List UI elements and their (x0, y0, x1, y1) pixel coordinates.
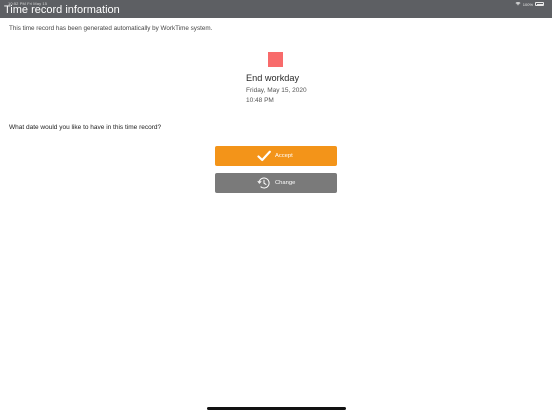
page-title: Time record information (4, 4, 120, 16)
record-date: Friday, May 15, 2020 (246, 87, 307, 94)
record-time: 10:48 PM (246, 97, 274, 104)
battery-percent: 100% (522, 1, 533, 7)
clock-refresh-icon (257, 176, 271, 190)
wifi-icon (515, 1, 521, 7)
battery-icon (535, 2, 544, 6)
change-label: Change (275, 180, 296, 186)
top-bar: 10:52 PM Fri May 15 100% Time record inf… (0, 0, 552, 18)
checkmark-icon (257, 149, 271, 163)
accept-label: Accept (275, 153, 293, 159)
end-workday-icon (268, 52, 283, 67)
home-indicator[interactable] (207, 407, 346, 410)
accept-button[interactable]: Accept (215, 146, 337, 166)
record-title: End workday (246, 73, 300, 83)
status-indicators: 100% (515, 1, 544, 7)
date-question: What date would you like to have in this… (9, 124, 162, 131)
auto-generated-notice: This time record has been generated auto… (9, 25, 213, 32)
change-button[interactable]: Change (215, 173, 337, 193)
